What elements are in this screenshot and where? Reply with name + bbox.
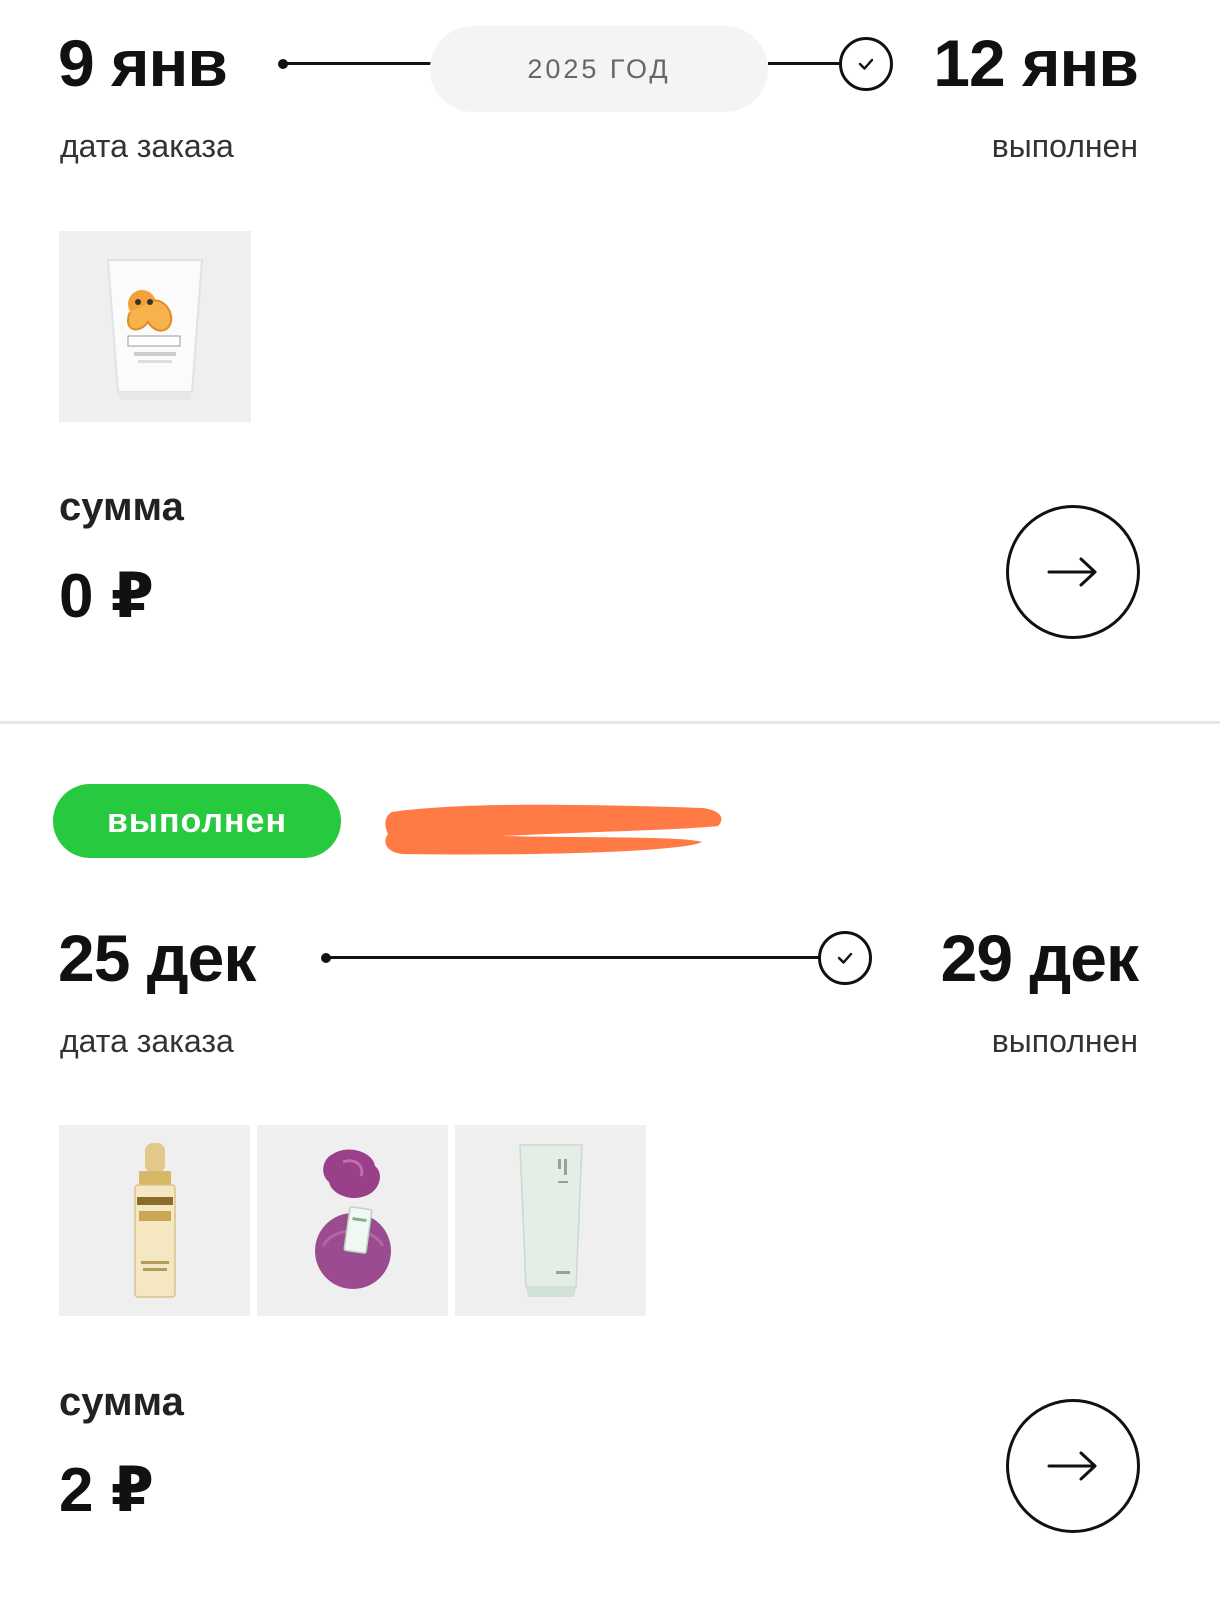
bath-bomb-icon bbox=[314, 1149, 391, 1289]
product-thumbnail[interactable] bbox=[59, 1125, 250, 1316]
timeline-line bbox=[284, 62, 434, 65]
open-order-button[interactable] bbox=[1006, 1399, 1140, 1533]
order-status-label: выполнен bbox=[991, 1023, 1138, 1059]
cream-tube-icon bbox=[106, 258, 204, 400]
section-divider bbox=[0, 721, 1220, 724]
cream-tube-icon bbox=[518, 1143, 583, 1297]
serum-bottle-icon bbox=[133, 1142, 176, 1298]
sum-value: 0 ₽ bbox=[59, 562, 154, 631]
order-start-date: 9 янв bbox=[58, 26, 228, 100]
order-end-date: 12 янв bbox=[933, 26, 1139, 100]
status-badge: выполнен bbox=[53, 784, 341, 858]
sum-label: сумма bbox=[59, 1380, 184, 1424]
order-number-redacted bbox=[382, 798, 727, 865]
check-circle-icon bbox=[839, 37, 893, 91]
timeline-line bbox=[768, 62, 840, 65]
arrow-right-icon bbox=[1047, 557, 1097, 587]
sum-value: 2 ₽ bbox=[59, 1456, 154, 1525]
order-start-date: 25 дек bbox=[58, 921, 256, 995]
product-thumbnail[interactable] bbox=[59, 231, 251, 422]
order-date-label: дата заказа bbox=[60, 1023, 234, 1059]
product-thumbnail[interactable] bbox=[257, 1125, 448, 1316]
order-end-date: 29 дек bbox=[940, 921, 1139, 995]
order-date-label: дата заказа bbox=[60, 128, 234, 164]
product-thumbnail[interactable] bbox=[455, 1125, 646, 1316]
check-circle-icon bbox=[818, 931, 872, 985]
order-status-label: выполнен bbox=[991, 128, 1138, 164]
year-pill: 2025 ГОД bbox=[430, 26, 768, 112]
timeline-line bbox=[326, 956, 822, 959]
arrow-right-icon bbox=[1047, 1451, 1097, 1481]
open-order-button[interactable] bbox=[1006, 505, 1140, 639]
sum-label: сумма bbox=[59, 485, 184, 529]
